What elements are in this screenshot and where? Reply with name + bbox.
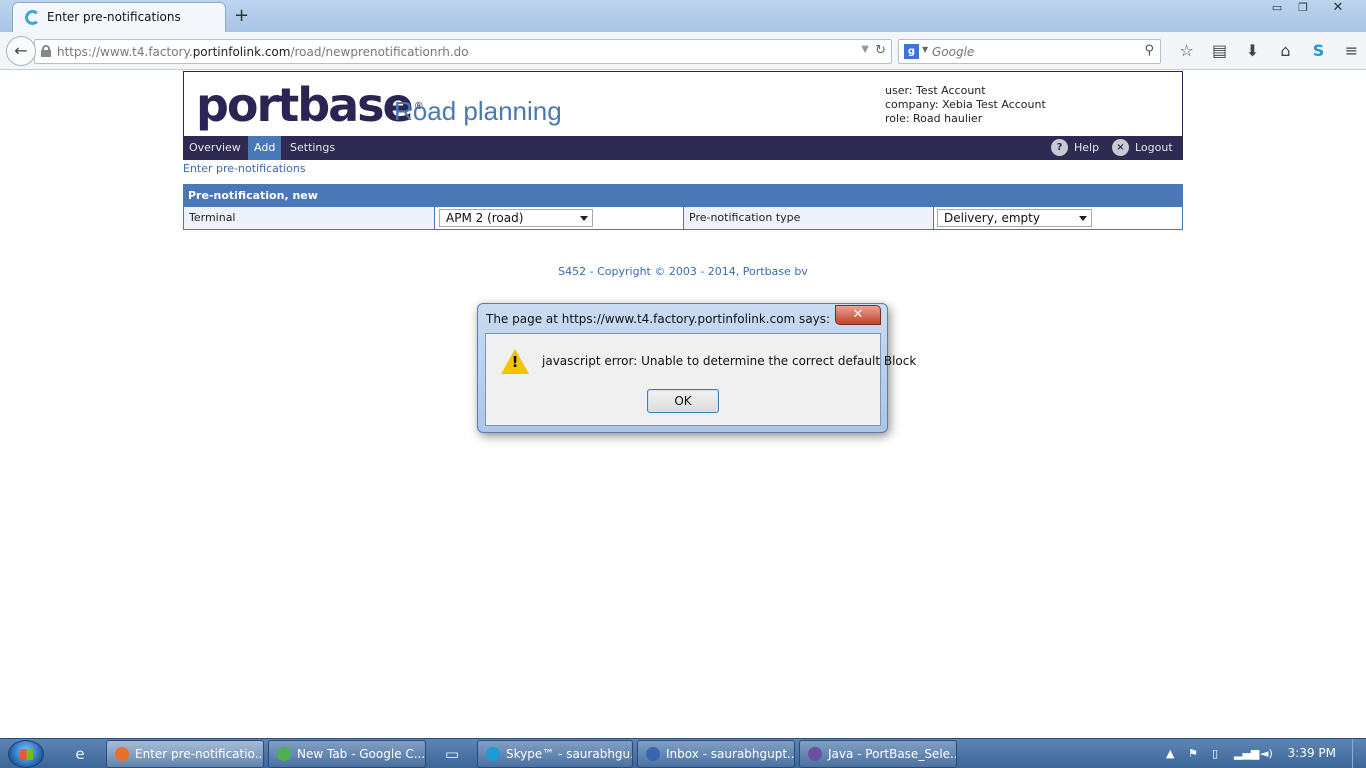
system-tray: ▲ ⚑ ▯ ▂▄▆ ◄) 3:39 PM bbox=[1152, 739, 1366, 768]
user-line: user: Test Account bbox=[885, 84, 986, 97]
warning-mark: ! bbox=[511, 353, 519, 371]
lock-icon bbox=[41, 45, 51, 57]
menu-icon[interactable]: ≡ bbox=[1335, 40, 1366, 62]
thunderbird-icon bbox=[646, 747, 660, 761]
chrome-icon bbox=[277, 747, 291, 761]
action-center-flag-icon[interactable]: ⚑ bbox=[1188, 747, 1198, 760]
prenotification-type-label: Pre-notification type bbox=[684, 207, 933, 229]
browser-titlebar: Enter pre-notifications + ▭ ❐ ✕ bbox=[0, 0, 1366, 32]
download-icon[interactable]: ⬇ bbox=[1236, 40, 1269, 62]
internet-explorer-icon[interactable]: e bbox=[58, 741, 102, 767]
taskbar-window-eclipse[interactable]: Java - PortBase_Sele... bbox=[799, 740, 957, 768]
home-icon[interactable]: ⌂ bbox=[1269, 40, 1302, 62]
show-desktop-button[interactable] bbox=[1352, 739, 1366, 768]
search-engine-icon[interactable]: g bbox=[904, 44, 919, 59]
volume-icon[interactable]: ◄) bbox=[1260, 747, 1273, 760]
taskbar-window-firefox[interactable]: Enter pre-notificatio... bbox=[106, 740, 264, 768]
logout-icon: × bbox=[1112, 139, 1129, 156]
chevron-down-icon bbox=[1079, 216, 1087, 221]
dialog-close-button[interactable]: ✕ bbox=[835, 305, 881, 325]
start-button[interactable] bbox=[8, 740, 44, 768]
cell-divider bbox=[434, 207, 435, 229]
history-dropdown-icon[interactable]: ▼ bbox=[861, 44, 869, 55]
chevron-down-icon bbox=[580, 216, 588, 221]
help-link[interactable]: ? Help bbox=[1051, 139, 1099, 157]
skype-icon[interactable]: S bbox=[1302, 40, 1335, 62]
search-icon[interactable]: ⚲ bbox=[1144, 43, 1154, 58]
loading-spinner-icon bbox=[25, 10, 40, 25]
tray-expand-icon[interactable]: ▲ bbox=[1166, 747, 1174, 760]
browser-navbar: https://www.t4.factory.portinfolink.com/… bbox=[0, 32, 1366, 70]
browser-tab[interactable]: Enter pre-notifications bbox=[12, 2, 226, 32]
user-info: user: Test Account company: Xebia Test A… bbox=[885, 84, 1046, 126]
taskbar-window-skype[interactable]: Skype™ - saurabhgu... bbox=[477, 740, 633, 768]
dialog-message: javascript error: Unable to determine th… bbox=[542, 354, 917, 368]
cell-divider bbox=[933, 207, 934, 229]
tab-title: Enter pre-notifications bbox=[47, 10, 181, 24]
app-title: Road planning bbox=[394, 96, 562, 126]
breadcrumb[interactable]: Enter pre-notifications bbox=[183, 160, 1183, 182]
reload-icon[interactable]: ↻ bbox=[875, 43, 886, 58]
section-title: Pre-notification, new bbox=[183, 184, 1183, 207]
terminal-label: Terminal bbox=[184, 207, 434, 229]
taskbar-window-chrome[interactable]: New Tab - Google C... bbox=[268, 740, 426, 768]
minimize-button[interactable]: ▭ bbox=[1264, 0, 1290, 18]
search-box[interactable]: g ▼ ⚲ bbox=[898, 39, 1161, 64]
url-domain: portinfolink.com bbox=[192, 45, 291, 59]
prenotification-type-select[interactable]: Delivery, empty bbox=[937, 209, 1092, 227]
role-line: role: Road haulier bbox=[885, 112, 983, 125]
network-icon[interactable]: ▂▄▆ bbox=[1234, 747, 1259, 760]
close-window-button[interactable]: ✕ bbox=[1316, 0, 1360, 18]
taskbar-window-thunderbird[interactable]: Inbox - saurabhgupt... bbox=[637, 740, 795, 768]
reader-icon[interactable]: ▤ bbox=[1203, 40, 1236, 62]
search-engine-dropdown-icon[interactable]: ▼ bbox=[922, 45, 928, 54]
back-button[interactable]: ← bbox=[6, 36, 36, 66]
windows-taskbar: e Enter pre-notificatio... New Tab - Goo… bbox=[0, 738, 1366, 768]
new-tab-button[interactable]: + bbox=[234, 5, 249, 26]
logout-link[interactable]: × Logout bbox=[1112, 139, 1173, 157]
window-controls: ▭ ❐ ✕ bbox=[1264, 0, 1360, 18]
copyright-footer: S452 - Copyright © 2003 - 2014, Portbase… bbox=[558, 265, 808, 278]
menu-item-overview[interactable]: Overview bbox=[183, 136, 247, 160]
prenotification-form-row: Terminal APM 2 (road) Pre-notification t… bbox=[183, 207, 1183, 230]
help-icon: ? bbox=[1051, 139, 1068, 156]
dialog-title: The page at https://www.t4.factory.porti… bbox=[486, 312, 831, 326]
browser-toolbar: ☆ ▤ ⬇ ⌂ S ≡ bbox=[1170, 40, 1366, 62]
search-input[interactable] bbox=[932, 43, 1132, 60]
skype-icon bbox=[486, 747, 500, 761]
restore-button[interactable]: ❐ bbox=[1290, 0, 1316, 18]
file-explorer-icon[interactable]: ▭ bbox=[430, 741, 474, 767]
main-menu: Overview Add Settings ? Help × Logout bbox=[183, 136, 1183, 160]
portbase-logo: portbase ® bbox=[196, 78, 424, 132]
ok-button[interactable]: OK bbox=[647, 389, 719, 413]
alert-dialog: The page at https://www.t4.factory.porti… bbox=[477, 303, 916, 433]
system-clock[interactable]: 3:39 PM bbox=[1288, 746, 1336, 760]
address-bar[interactable]: https://www.t4.factory.portinfolink.com/… bbox=[34, 39, 892, 64]
firefox-icon bbox=[115, 747, 129, 761]
company-line: company: Xebia Test Account bbox=[885, 98, 1046, 111]
device-icon[interactable]: ▯ bbox=[1212, 747, 1218, 760]
terminal-select[interactable]: APM 2 (road) bbox=[439, 209, 593, 227]
url-text[interactable]: https://www.t4.factory.portinfolink.com/… bbox=[57, 45, 469, 59]
app-header: portbase ® Road planning user: Test Accou… bbox=[183, 71, 1183, 136]
star-icon[interactable]: ☆ bbox=[1170, 40, 1203, 62]
dialog-body: ! javascript error: Unable to determine … bbox=[485, 333, 916, 426]
back-icon: ← bbox=[14, 41, 28, 60]
menu-item-add[interactable]: Add bbox=[248, 136, 282, 160]
eclipse-icon bbox=[808, 747, 822, 761]
page-content: portbase ® Road planning user: Test Accou… bbox=[183, 71, 1183, 278]
menu-item-settings[interactable]: Settings bbox=[284, 136, 341, 160]
